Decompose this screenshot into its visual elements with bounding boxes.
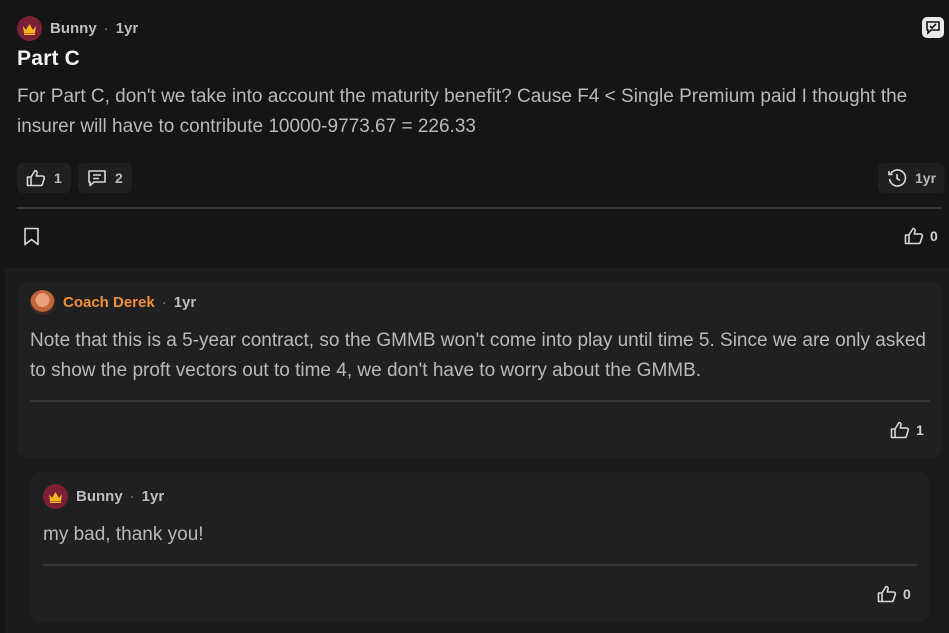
history-time: 1yr <box>915 170 937 186</box>
history-icon <box>888 169 907 187</box>
post-like-button[interactable]: 0 <box>904 227 938 245</box>
comment-icon <box>88 170 106 187</box>
reply-meta: Coach Derek · 1yr <box>63 294 196 311</box>
reply-like-button[interactable]: 0 <box>877 585 911 603</box>
post-time: 1yr <box>115 20 139 37</box>
reply-like-button[interactable]: 1 <box>890 421 924 439</box>
reply-divider <box>30 400 930 402</box>
like-count: 1 <box>54 170 62 186</box>
post: Bunny · 1yr Part C For Part C, don't we ta… <box>0 0 949 268</box>
thumbs-up-icon <box>877 585 897 603</box>
comment-count: 2 <box>115 170 123 186</box>
reply-body: my bad, thank you! <box>43 524 204 545</box>
post-divider <box>17 207 942 209</box>
crown-icon <box>49 491 62 503</box>
bookmark-icon <box>24 227 39 246</box>
edit-icon <box>926 20 940 35</box>
reply-meta: Bunny · 1yr <box>76 488 164 505</box>
reply-body: Note that this is a 5-year contract, so … <box>30 330 926 381</box>
crown-icon <box>23 23 36 35</box>
meta-separator: · <box>129 488 135 505</box>
post-body: For Part C, don't we take into account t… <box>17 86 908 137</box>
avatar[interactable] <box>43 484 68 509</box>
author-name[interactable]: Bunny <box>50 20 97 37</box>
thumbs-up-icon <box>26 169 46 187</box>
history-button[interactable]: 1yr <box>878 163 946 193</box>
reply-time: 1yr <box>141 488 165 505</box>
comment-button[interactable]: 2 <box>78 163 132 193</box>
reply-divider <box>43 564 917 566</box>
meta-separator: · <box>103 20 109 37</box>
bookmark-button[interactable] <box>23 227 40 246</box>
meta-separator: · <box>161 294 167 311</box>
reply-like-count: 1 <box>916 422 924 438</box>
thumbs-up-icon <box>904 227 924 245</box>
post-like-count: 0 <box>930 228 938 244</box>
reply-time: 1yr <box>173 294 197 311</box>
avatar[interactable] <box>17 16 42 41</box>
post-title: Part C <box>17 47 81 70</box>
reply-like-count: 0 <box>903 586 911 602</box>
author-name[interactable]: Bunny <box>76 488 123 505</box>
like-button[interactable]: 1 <box>17 163 71 193</box>
thumbs-up-icon <box>890 421 910 439</box>
author-name[interactable]: Coach Derek <box>63 294 155 311</box>
avatar[interactable] <box>30 290 55 315</box>
post-meta: Bunny · 1yr <box>50 20 138 37</box>
edit-button[interactable] <box>922 17 944 38</box>
